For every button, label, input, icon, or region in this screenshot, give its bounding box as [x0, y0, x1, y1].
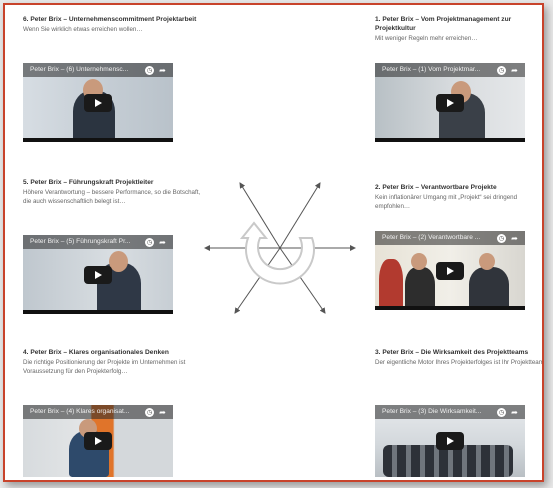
card-title[interactable]: 5. Peter Brix – Führungskraft Projektlei…	[23, 178, 201, 187]
share-icon[interactable]: ➦	[158, 408, 167, 417]
card-title[interactable]: 4. Peter Brix – Klares organisationales …	[23, 348, 201, 357]
card-description: Kein inflationärer Umgang mit „Projekt“ …	[375, 194, 518, 210]
video-grid-panel: 6. Peter Brix – Unternehmenscommitment P…	[3, 3, 544, 482]
video-bottom-bar	[375, 138, 525, 142]
card-title[interactable]: 3. Peter Brix – Die Wirksamkeit des Proj…	[375, 348, 542, 357]
video-card-3: 3. Peter Brix – Die Wirksamkeit des Proj…	[375, 348, 544, 367]
video-card-2: 2. Peter Brix – Verantwortbare Projekte …	[375, 183, 542, 211]
video-card-5: 5. Peter Brix – Führungskraft Projektlei…	[23, 178, 201, 206]
video-player-3[interactable]: Peter Brix – (3) Die Wirksamkeit... ◷ ➦	[375, 405, 525, 477]
video-bottom-bar	[375, 306, 525, 310]
video-caption[interactable]: Peter Brix – (1) Vom Projektmar...	[382, 66, 492, 73]
play-icon[interactable]	[436, 261, 464, 280]
audience-figure	[379, 259, 403, 310]
clock-icon[interactable]: ◷	[145, 408, 154, 417]
card-title[interactable]: 2. Peter Brix – Verantwortbare Projekte	[375, 183, 542, 192]
speaker-head	[411, 253, 427, 270]
card-title[interactable]: 6. Peter Brix – Unternehmenscommitment P…	[23, 15, 201, 24]
clock-icon[interactable]: ◷	[145, 238, 154, 247]
video-bottom-bar	[23, 138, 173, 142]
video-player-6[interactable]: Peter Brix – (6) Unternehmensc... ◷ ➦	[23, 63, 173, 142]
clock-icon[interactable]: ◷	[497, 66, 506, 75]
video-caption[interactable]: Peter Brix – (2) Verantwortbare ...	[382, 234, 492, 241]
card-description: Wenn Sie wirklich etwas erreichen wollen…	[23, 26, 143, 33]
video-player-4[interactable]: Peter Brix – (4) Klares organisat... ◷ ➦	[23, 405, 173, 477]
speaker-figure	[469, 267, 509, 310]
card-description: Der eigentliche Motor Ihres Projekterfol…	[375, 359, 544, 366]
play-icon[interactable]	[436, 93, 464, 112]
card-description: Die richtige Positionierung der Projekte…	[23, 359, 186, 375]
video-card-4: 4. Peter Brix – Klares organisationales …	[23, 348, 201, 376]
play-icon[interactable]	[84, 265, 112, 284]
arrow-lines	[204, 182, 356, 314]
video-caption[interactable]: Peter Brix – (3) Die Wirksamkeit...	[382, 408, 492, 415]
share-icon[interactable]: ➦	[510, 408, 519, 417]
clock-icon[interactable]: ◷	[497, 234, 506, 243]
video-caption[interactable]: Peter Brix – (5) Führungskraft Pr...	[30, 238, 140, 245]
card-description: Mit weniger Regeln mehr erreichen…	[375, 35, 478, 42]
cycle-arrow-icon	[239, 221, 315, 285]
video-caption[interactable]: Peter Brix – (6) Unternehmensc...	[30, 66, 140, 73]
video-card-1: 1. Peter Brix – Vom Projektmanagement zu…	[375, 15, 542, 43]
card-description: Höhere Verantwortung – bessere Performan…	[23, 189, 201, 205]
share-icon[interactable]: ➦	[158, 66, 167, 75]
speaker-figure	[405, 267, 435, 310]
play-icon[interactable]	[84, 93, 112, 112]
video-bottom-bar	[23, 310, 173, 314]
clock-icon[interactable]: ◷	[497, 408, 506, 417]
speaker-head	[479, 253, 495, 270]
play-icon[interactable]	[84, 432, 112, 450]
video-player-1[interactable]: Peter Brix – (1) Vom Projektmar... ◷ ➦	[375, 63, 525, 142]
video-player-2[interactable]: Peter Brix – (2) Verantwortbare ... ◷ ➦	[375, 231, 525, 310]
clock-icon[interactable]: ◷	[145, 66, 154, 75]
share-icon[interactable]: ➦	[510, 66, 519, 75]
card-title[interactable]: 1. Peter Brix – Vom Projektmanagement zu…	[375, 15, 542, 33]
video-card-6: 6. Peter Brix – Unternehmenscommitment P…	[23, 15, 201, 34]
play-icon[interactable]	[436, 432, 464, 450]
video-player-5[interactable]: Peter Brix – (5) Führungskraft Pr... ◷ ➦	[23, 235, 173, 314]
video-caption[interactable]: Peter Brix – (4) Klares organisat...	[30, 408, 140, 415]
share-icon[interactable]: ➦	[510, 234, 519, 243]
share-icon[interactable]: ➦	[158, 238, 167, 247]
hexagon-arrows-diagram	[204, 182, 356, 314]
